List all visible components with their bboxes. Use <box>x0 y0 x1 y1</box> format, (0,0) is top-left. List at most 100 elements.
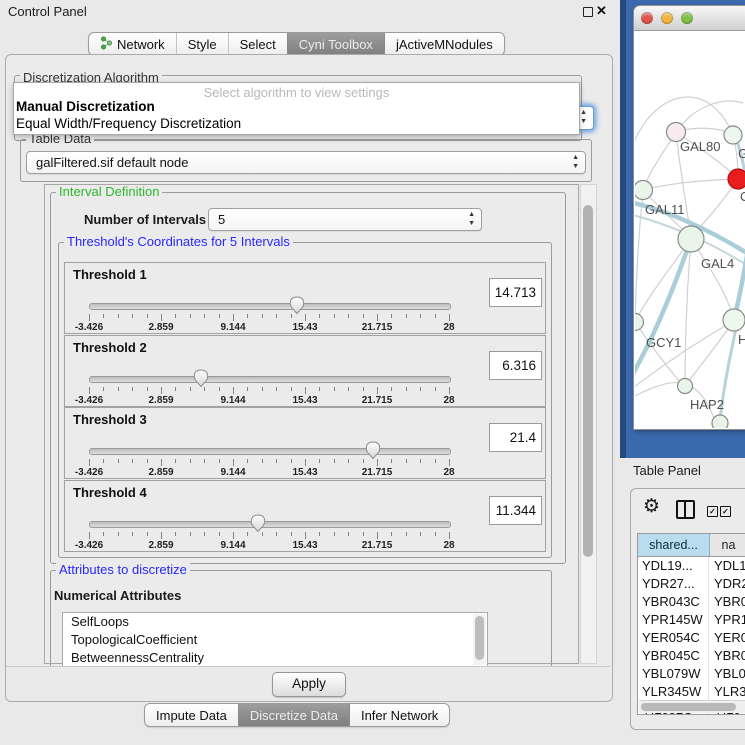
node-gal11[interactable] <box>635 181 653 200</box>
menu-item-manual-discretization[interactable]: Manual Discretization <box>16 99 155 114</box>
tab-jactivemnodules[interactable]: jActiveMNodules <box>384 33 504 55</box>
apply-button[interactable]: Apply <box>272 672 346 697</box>
settings-vertical-scrollbar[interactable] <box>580 184 597 664</box>
threshold-3-slider[interactable]: -3.4262.8599.14415.4321.71528 <box>89 440 449 478</box>
network-edge[interactable] <box>635 322 680 382</box>
table-row[interactable]: YDR27...YDR2 <box>638 575 745 593</box>
cell-name[interactable]: YBL0 <box>709 665 745 683</box>
tab-infer-network[interactable]: Infer Network <box>349 704 449 726</box>
table-row[interactable]: YBL079WYBL0 <box>638 665 745 683</box>
minor-tick <box>348 459 349 463</box>
table-row[interactable]: YLR345WYLR3 <box>638 683 745 701</box>
cell-shared-name[interactable]: YDR27... <box>638 575 709 593</box>
threshold-4-value-field[interactable]: 11.344 <box>489 496 542 525</box>
close-traffic-light[interactable] <box>641 12 653 24</box>
split-columns-icon[interactable] <box>676 500 695 519</box>
scrollbar-thumb[interactable] <box>475 616 484 660</box>
cell-name[interactable]: YDL1 <box>709 557 745 575</box>
node-gal4[interactable] <box>678 226 704 252</box>
slider-track[interactable] <box>89 521 451 528</box>
node-red[interactable] <box>728 169 745 189</box>
table-data-combobox[interactable]: galFiltered.sif default node ▲▼ <box>26 151 586 174</box>
minor-tick <box>247 459 248 463</box>
tab-cyni-toolbox[interactable]: Cyni Toolbox <box>287 33 384 55</box>
cell-shared-name[interactable]: YER054C <box>638 629 709 647</box>
tab-impute-data[interactable]: Impute Data <box>145 704 238 726</box>
network-edge[interactable] <box>719 328 736 428</box>
network-canvas[interactable]: GAL80GACGAL11GAL4GCY1HHAP2 <box>635 31 745 428</box>
slider-thumb[interactable] <box>365 441 381 463</box>
checkbox-icon[interactable]: ✓ <box>707 506 718 517</box>
number-of-intervals-combobox[interactable]: 5 ▲▼ <box>208 208 482 231</box>
threshold-2-value-field[interactable]: 6.316 <box>489 351 542 380</box>
slider-track[interactable] <box>89 448 451 455</box>
cell-name[interactable]: YPR1 <box>709 611 745 629</box>
cell-name[interactable]: YDR2 <box>709 575 745 593</box>
column-header-shared-name[interactable]: shared... <box>638 534 710 556</box>
network-edge[interactable] <box>635 190 643 322</box>
cell-shared-name[interactable]: YBR045C <box>638 647 709 665</box>
network-edge[interactable] <box>643 179 738 190</box>
minimize-traffic-light[interactable] <box>661 12 673 24</box>
float-window-icon[interactable] <box>583 7 593 17</box>
close-icon[interactable]: ✕ <box>596 3 607 19</box>
node-top-right[interactable] <box>724 126 742 144</box>
slider-thumb[interactable] <box>193 369 209 391</box>
slider-thumb[interactable] <box>250 514 266 536</box>
threshold-2-slider[interactable]: -3.4262.8599.14415.4321.71528 <box>89 368 449 406</box>
node-right-h[interactable] <box>723 309 745 331</box>
network-window-titlebar[interactable] <box>634 6 745 31</box>
tick-label: 21.715 <box>362 322 393 333</box>
attribute-item-selfloops[interactable]: SelfLoops <box>63 613 487 631</box>
network-edge[interactable] <box>691 239 734 320</box>
tab-style[interactable]: Style <box>176 33 228 55</box>
cell-shared-name[interactable]: YDL19... <box>638 557 709 575</box>
attribute-item-topologicalcoefficient[interactable]: TopologicalCoefficient <box>63 631 487 649</box>
threshold-1-value-field[interactable]: 14.713 <box>489 278 542 307</box>
node-hap2[interactable] <box>678 379 693 394</box>
combo-stepper-icon[interactable]: ▲▼ <box>580 108 587 126</box>
table-row[interactable]: YBR045CYBR0 <box>638 647 745 665</box>
tab-select[interactable]: Select <box>228 33 287 55</box>
cell-shared-name[interactable]: YBL079W <box>638 665 709 683</box>
gear-icon[interactable]: ⚙ <box>643 497 660 516</box>
attribute-item-betweennesscentrality[interactable]: BetweennessCentrality <box>63 649 487 667</box>
cell-name[interactable]: YBR0 <box>709 593 745 611</box>
tab-network[interactable]: Network <box>89 33 176 55</box>
scrollbar-thumb[interactable] <box>641 703 736 711</box>
node-gcy1[interactable] <box>635 314 644 331</box>
slider-track[interactable] <box>89 376 451 383</box>
combo-stepper-icon[interactable]: ▲▼ <box>572 153 579 171</box>
cell-shared-name[interactable]: YBR043C <box>638 593 709 611</box>
threshold-3-box: Threshold 3-3.4262.8599.14415.4321.71528… <box>64 407 546 479</box>
cell-name[interactable]: YBR0 <box>709 647 745 665</box>
table-row[interactable]: YER054CYER0 <box>638 629 745 647</box>
table-horizontal-scrollbar[interactable] <box>639 700 745 713</box>
cell-shared-name[interactable]: YLR345W <box>638 683 709 701</box>
threshold-4-slider[interactable]: -3.4262.8599.14415.4321.71528 <box>89 513 449 551</box>
slider-thumb[interactable] <box>289 296 305 318</box>
menu-item-equal-width-frequency[interactable]: Equal Width/Frequency Discretization <box>16 116 241 131</box>
checkbox-icon[interactable]: ✓ <box>720 506 731 517</box>
threshold-1-slider[interactable]: -3.4262.8599.14415.4321.71528 <box>89 295 449 333</box>
table-row[interactable]: YDL19...YDL1 <box>638 557 745 575</box>
cell-name[interactable]: YER0 <box>709 629 745 647</box>
tab-discretize-data[interactable]: Discretize Data <box>238 704 349 726</box>
node-bottom-partial[interactable] <box>712 415 728 428</box>
list-scrollbar[interactable] <box>473 614 486 665</box>
table-row[interactable]: YPR145WYPR1 <box>638 611 745 629</box>
tab-label: Select <box>240 37 276 52</box>
threshold-3-value-field[interactable]: 21.4 <box>489 423 542 452</box>
combo-stepper-icon[interactable]: ▲▼ <box>468 210 475 228</box>
network-edge[interactable] <box>685 239 691 386</box>
tab-label: Network <box>117 37 165 52</box>
zoom-traffic-light[interactable] <box>681 12 693 24</box>
cell-shared-name[interactable]: YPR145W <box>638 611 709 629</box>
major-tick <box>377 314 378 321</box>
column-header-name[interactable]: na <box>710 534 745 556</box>
cell-name[interactable]: YLR3 <box>709 683 745 701</box>
scrollbar-thumb[interactable] <box>583 205 593 557</box>
numerical-attributes-list[interactable]: SelfLoopsTopologicalCoefficientBetweenne… <box>62 612 488 667</box>
slider-track[interactable] <box>89 303 451 310</box>
table-row[interactable]: YBR043CYBR0 <box>638 593 745 611</box>
